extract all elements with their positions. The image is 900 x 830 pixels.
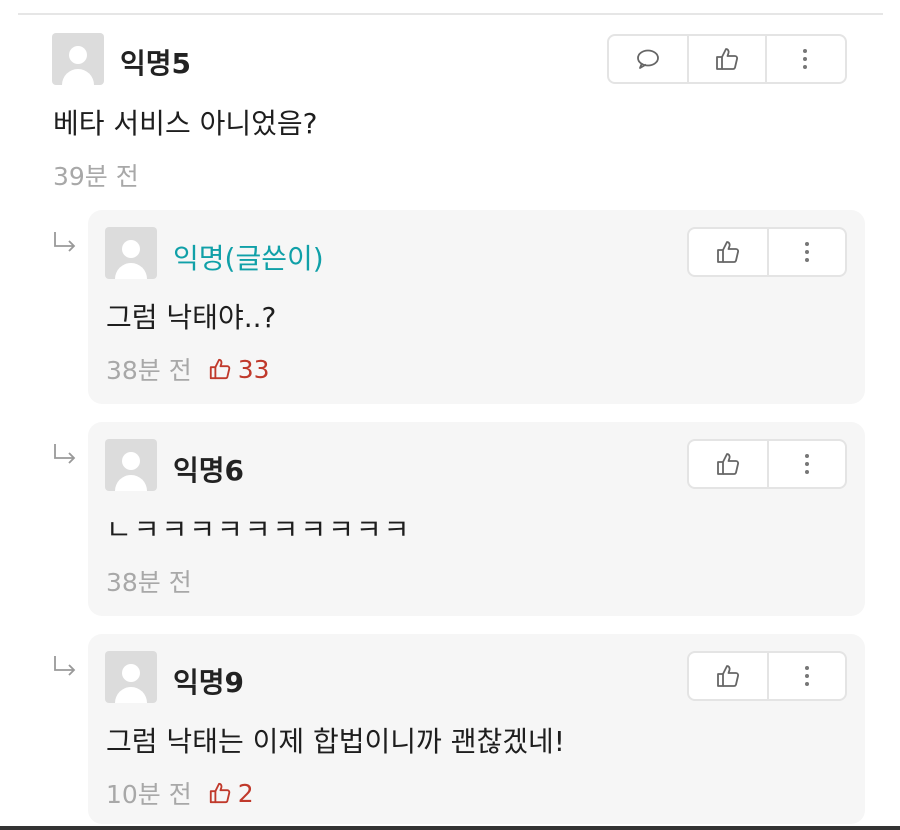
avatar [105, 439, 157, 491]
reply-actions [687, 227, 847, 277]
reply-card: 익명6 ㄴㅋㅋㅋㅋㅋㅋㅋㅋㅋㅋ 38분 전 [88, 422, 865, 616]
more-button[interactable] [767, 653, 845, 699]
avatar [52, 33, 104, 85]
reply-card: 익명9 그럼 낙태는 이제 합법이니까 괜찮겠네! 10분 전 2 [88, 634, 865, 824]
reply-button[interactable] [609, 36, 687, 82]
reply-time: 10분 전 [106, 780, 192, 809]
thumbs-up-icon [209, 358, 231, 380]
avatar [105, 651, 157, 703]
thumbs-up-icon [717, 241, 740, 263]
thumbs-up-icon [209, 782, 231, 804]
reply-arrow-icon [52, 230, 78, 258]
more-button[interactable] [765, 36, 843, 82]
reply-actions [687, 439, 847, 489]
reply-text: 그럼 낙태야..? [106, 301, 277, 334]
reply-author: 익명(글쓴이) [173, 242, 324, 275]
comment-icon [637, 49, 659, 69]
thumbs-up-icon [716, 48, 739, 70]
reply-meta: 10분 전 2 [106, 775, 254, 811]
avatar [105, 227, 157, 279]
more-icon [805, 454, 809, 474]
like-button[interactable] [687, 36, 765, 82]
comment-actions [607, 34, 847, 84]
like-button[interactable] [689, 441, 767, 487]
comment-meta: 39분 전 [53, 157, 139, 193]
like-button[interactable] [689, 229, 767, 275]
more-button[interactable] [767, 441, 845, 487]
vote-count: 2 [208, 779, 254, 808]
like-button[interactable] [689, 653, 767, 699]
reply-author: 익명9 [173, 666, 245, 699]
vote-count-value: 2 [237, 778, 254, 808]
reply-author: 익명6 [173, 454, 245, 487]
reply-arrow-icon [52, 654, 78, 682]
more-icon [805, 242, 809, 262]
reply-meta: 38분 전 33 [106, 351, 270, 387]
comment-thread: 익명5 베타 서비스 아니었음? 39분 전 익명(글쓴이) 그럼 낙태야..?… [0, 0, 900, 830]
bottom-divider [0, 826, 900, 830]
more-icon [803, 49, 807, 69]
reply-arrow-icon [52, 442, 78, 470]
thumbs-up-icon [717, 665, 740, 687]
vote-count: 33 [208, 355, 270, 384]
comment-author: 익명5 [120, 47, 192, 80]
reply-text: ㄴㅋㅋㅋㅋㅋㅋㅋㅋㅋㅋ [106, 513, 412, 546]
vote-count-value: 33 [237, 354, 270, 384]
reply-actions [687, 651, 847, 701]
reply-meta: 38분 전 [106, 563, 192, 599]
comment-time: 39분 전 [53, 162, 139, 191]
reply-time: 38분 전 [106, 568, 192, 597]
top-divider [18, 13, 883, 15]
reply-text: 그럼 낙태는 이제 합법이니까 괜찮겠네! [106, 725, 565, 758]
thumbs-up-icon [717, 453, 740, 475]
more-icon [805, 666, 809, 686]
comment-text: 베타 서비스 아니었음? [53, 107, 318, 140]
reply-time: 38분 전 [106, 356, 192, 385]
more-button[interactable] [767, 229, 845, 275]
reply-card: 익명(글쓴이) 그럼 낙태야..? 38분 전 33 [88, 210, 865, 404]
